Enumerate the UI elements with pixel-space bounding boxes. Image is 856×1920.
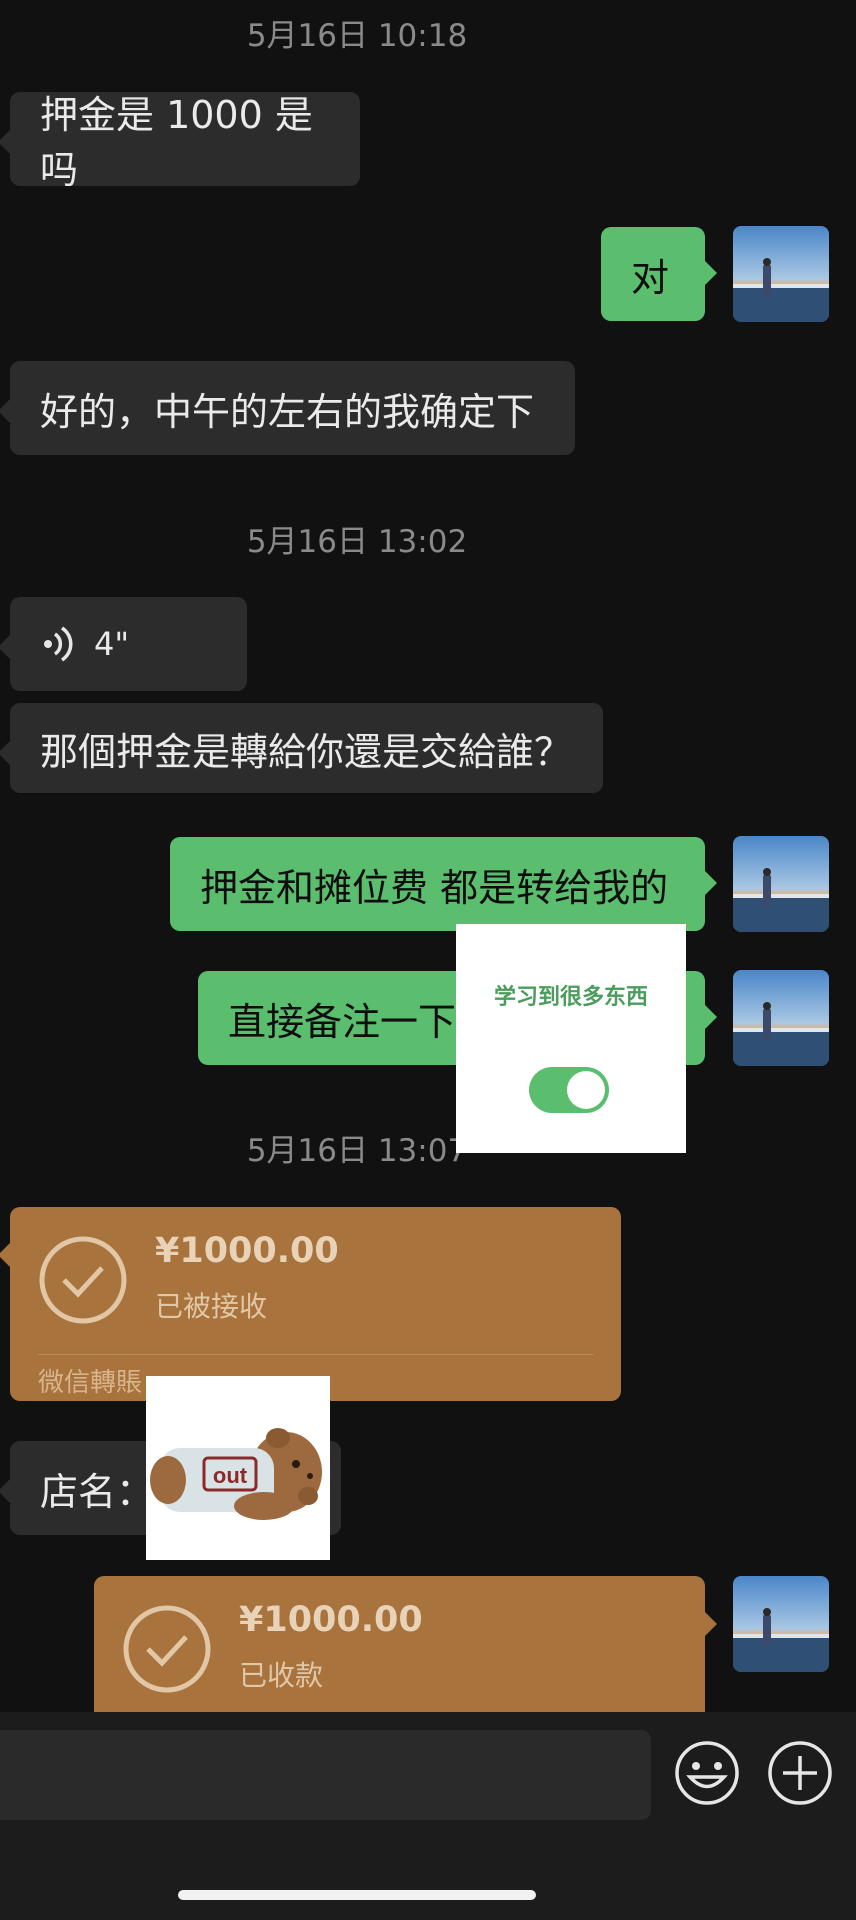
- transfer-source: 微信轉賬: [38, 1368, 143, 1398]
- transfer-card[interactable]: ¥1000.00 已收款: [94, 1576, 717, 1726]
- outgoing-message[interactable]: 对: [601, 227, 717, 321]
- divider: [38, 1354, 593, 1355]
- overlay-card: 学习到很多东西: [456, 924, 686, 1153]
- avatar-photo-icon: [733, 970, 829, 1066]
- message-text: 押金是 1000 是吗: [40, 93, 313, 192]
- voice-message[interactable]: 4": [0, 597, 247, 691]
- outgoing-message[interactable]: 押金和摊位费 都是转给我的: [170, 837, 717, 931]
- avatar-photo-icon: [733, 1576, 829, 1672]
- avatar-photo-icon: [733, 836, 829, 932]
- voice-duration: 4": [94, 625, 130, 663]
- avatar[interactable]: [733, 1576, 829, 1672]
- message-text: 那個押金是轉給你還是交給誰？: [40, 729, 573, 774]
- sticker-image[interactable]: out: [146, 1376, 330, 1560]
- plus-icon[interactable]: [767, 1740, 833, 1806]
- check-circle-icon: [123, 1605, 211, 1693]
- toggle-switch[interactable]: [529, 1067, 609, 1113]
- voice-icon: [44, 626, 73, 662]
- avatar-photo-icon: [733, 226, 829, 322]
- timestamp: 5月16日 10:18: [246, 18, 468, 54]
- transfer-amount: ¥1000.00: [155, 1231, 339, 1271]
- timestamp: 5月16日 13:02: [246, 524, 468, 560]
- incoming-message[interactable]: 押金是 1000 是吗: [0, 92, 360, 192]
- incoming-message[interactable]: 那個押金是轉給你還是交給誰？: [0, 703, 603, 793]
- check-circle-icon: [39, 1236, 127, 1324]
- home-indicator: [178, 1890, 536, 1900]
- avatar[interactable]: [733, 836, 829, 932]
- transfer-card[interactable]: ¥1000.00 已被接收 微信轉賬: [0, 1207, 621, 1401]
- transfer-status: 已被接收: [155, 1290, 268, 1323]
- message-text: 好的，中午的左右的我确定下: [40, 389, 535, 434]
- emoji-icon[interactable]: [674, 1740, 740, 1806]
- incoming-message[interactable]: 好的，中午的左右的我确定下: [0, 361, 575, 455]
- transfer-status: 已收款: [239, 1659, 324, 1692]
- sticker-label: out: [213, 1463, 248, 1488]
- message-text: 店名：: [40, 1469, 155, 1514]
- overlay-text: 学习到很多东西: [493, 985, 648, 1010]
- bear-sticker-icon: out: [150, 1428, 322, 1520]
- message-text: 直接备注一下: [228, 999, 457, 1044]
- input-bar: [0, 1712, 856, 1920]
- message-text: 押金和摊位费 都是转给我的: [200, 865, 669, 910]
- transfer-amount: ¥1000.00: [239, 1600, 423, 1640]
- message-input[interactable]: [0, 1730, 651, 1820]
- message-text: 对: [631, 255, 670, 300]
- avatar[interactable]: [733, 970, 829, 1066]
- toggle-knob: [567, 1071, 605, 1109]
- avatar[interactable]: [733, 226, 829, 322]
